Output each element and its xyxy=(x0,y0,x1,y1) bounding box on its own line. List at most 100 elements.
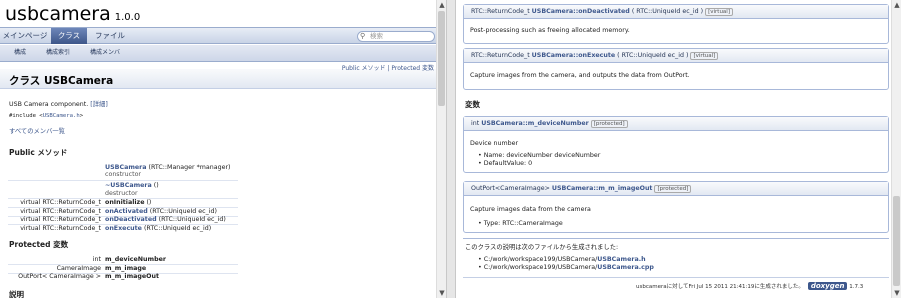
scroll-down-icon[interactable]: ▼ xyxy=(437,288,446,298)
all-members-link[interactable]: すべてのメンバ一覧 xyxy=(9,126,65,135)
method-return-type: virtual RTC::ReturnCode_t xyxy=(20,199,101,206)
summary-links: Public メソッド | Protected 変数 xyxy=(342,63,434,72)
member-body: Capture images data from the camera xyxy=(470,206,591,213)
member-name: USBCamera::onExecute xyxy=(531,52,616,59)
method-name-link[interactable]: onExecute xyxy=(105,225,142,232)
brief-text: USB Camera component. xyxy=(9,101,89,108)
var-type: int xyxy=(92,256,101,263)
tab-structure-members[interactable]: 構成メンバ xyxy=(90,45,120,61)
row-divider xyxy=(8,180,238,181)
member-box-onexecute: RTC::ReturnCode_t USBCamera::onExecute (… xyxy=(463,48,889,90)
method-row: onDeactivated (RTC::UniqueId ec_id) xyxy=(105,216,226,223)
scroll-up-icon[interactable]: ▲ xyxy=(892,0,901,10)
sub-nav-tabs: 構成 構成索引 構成メンバ xyxy=(0,45,437,62)
project-name: usbcamera xyxy=(5,3,111,25)
member-name: USBCamera::onDeactivated xyxy=(531,8,630,15)
bullet-item: • Name: deviceNumber deviceNumber xyxy=(478,152,601,159)
member-body: Capture images from the camera, and outp… xyxy=(470,72,690,79)
search-placeholder: 検索 xyxy=(370,32,383,40)
tab-classes[interactable]: クラス xyxy=(51,28,87,44)
include-suffix: > xyxy=(79,113,84,119)
member-body: Post-processing such as freeing allocate… xyxy=(470,27,630,34)
var-name-link[interactable]: m_m_imageOut xyxy=(105,273,159,280)
member-signature: RTC::ReturnCode_t USBCamera::onDeactivat… xyxy=(464,5,888,19)
member-name: USBCamera::m_m_imageOut xyxy=(551,185,653,192)
detail-link[interactable]: [詳細] xyxy=(90,101,108,108)
member-name: USBCamera::m_deviceNumber xyxy=(481,120,589,127)
bullet-item: • DefaultValue: 0 xyxy=(478,160,533,167)
member-type: OutPort<CameraImage> xyxy=(471,185,552,192)
method-name-link[interactable]: USBCamera xyxy=(105,164,147,171)
method-row: ~USBCamera () xyxy=(105,182,159,189)
method-name: onInitialize xyxy=(105,199,145,206)
member-signature: OutPort<CameraImage> USBCamera::m_m_imag… xyxy=(464,182,888,196)
method-return-type: virtual RTC::ReturnCode_t xyxy=(20,216,101,223)
bullet-item: • Type: RTC::CameraImage xyxy=(478,220,563,227)
method-return-type: virtual RTC::ReturnCode_t xyxy=(20,225,101,232)
brief-description: USB Camera component. [詳細] xyxy=(9,99,108,108)
member-args: ( RTC::UniqueId ec_id ) xyxy=(615,52,689,59)
method-args: (RTC::UniqueId ec_id) xyxy=(141,225,212,232)
right-doc-pane[interactable]: RTC::ReturnCode_t USBCamera::onDeactivat… xyxy=(455,0,901,298)
method-return-type: virtual RTC::ReturnCode_t xyxy=(20,208,101,215)
search-box[interactable]: ⚲ 検索 xyxy=(357,31,435,42)
include-line: #include <USBCamera.h> xyxy=(9,113,83,119)
doxygen-version: 1.7.3 xyxy=(849,284,864,290)
scroll-thumb[interactable] xyxy=(893,196,900,286)
method-args: (RTC::Manager *manager) xyxy=(146,164,231,171)
method-args: () xyxy=(151,182,159,189)
include-file-link[interactable]: USBCamera.h xyxy=(43,113,80,119)
pane-gap xyxy=(447,0,455,298)
method-args: (RTC::UniqueId ec_id) xyxy=(147,208,217,215)
main-nav-tabs: メインページ クラス ファイル ⚲ 検索 xyxy=(0,27,437,44)
right-scrollbar[interactable]: ▲ ▼ xyxy=(891,0,901,298)
left-scrollbar[interactable]: ▲ ▼ xyxy=(436,0,446,298)
method-row: onActivated (RTC::UniqueId ec_id) xyxy=(105,208,217,215)
protected-vars-heading: Protected 変数 xyxy=(9,240,69,249)
method-row: onExecute (RTC::UniqueId ec_id) xyxy=(105,225,211,232)
source-file-item: • C:/work/workspace199/USBCamera/USBCame… xyxy=(478,256,646,263)
public-methods-heading: Public メソッド xyxy=(9,148,68,157)
left-doc-pane[interactable]: usbcamera 1.0.0 メインページ クラス ファイル ⚲ 検索 構成 構成… xyxy=(0,0,447,298)
separator-line xyxy=(463,238,889,239)
tab-structures[interactable]: 構成 xyxy=(14,45,26,61)
source-file-link[interactable]: USBCamera.cpp xyxy=(597,264,654,271)
source-file-item: • C:/work/workspace199/USBCamera/USBCame… xyxy=(478,264,654,271)
protected-vars-link[interactable]: Protected 変数 xyxy=(391,65,434,72)
var-name-link[interactable]: m_deviceNumber xyxy=(105,256,166,263)
footer-separator xyxy=(463,277,889,278)
method-name-link[interactable]: ~USBCamera xyxy=(105,182,152,189)
method-name-link[interactable]: onActivated xyxy=(105,208,148,215)
var-type: OutPort< CameraImage > xyxy=(18,273,101,280)
project-version: 1.0.0 xyxy=(114,12,141,23)
protected-tag: [protected] xyxy=(590,120,628,128)
method-row: onInitialize () xyxy=(105,199,151,206)
member-body: Device number xyxy=(470,140,519,147)
tab-files[interactable]: ファイル xyxy=(88,28,132,44)
method-desc: destructor xyxy=(105,190,138,197)
scroll-thumb[interactable] xyxy=(438,11,445,106)
scroll-up-icon[interactable]: ▲ xyxy=(437,0,446,10)
variables-heading: 変数 xyxy=(465,100,480,109)
tab-main-page[interactable]: メインページ xyxy=(0,28,50,44)
return-type: RTC::ReturnCode_t xyxy=(471,8,532,15)
virtual-tag: [virtual] xyxy=(690,52,719,60)
member-signature: int USBCamera::m_deviceNumber [protected… xyxy=(464,117,888,131)
doxygen-logo[interactable]: doxygen xyxy=(807,282,848,290)
member-signature: RTC::ReturnCode_t USBCamera::onExecute (… xyxy=(464,49,888,63)
source-file-link[interactable]: USBCamera.h xyxy=(597,256,645,263)
method-row: USBCamera (RTC::Manager *manager) xyxy=(105,164,231,171)
return-type: RTC::ReturnCode_t xyxy=(471,52,532,59)
method-desc: constructor xyxy=(105,171,142,178)
method-name-link[interactable]: onDeactivated xyxy=(105,216,157,223)
var-name: m_m_image xyxy=(105,265,147,272)
tab-structure-index[interactable]: 構成索引 xyxy=(46,45,70,61)
search-icon: ⚲ xyxy=(360,32,366,40)
footer-text: usbcameraに対してFri Jul 15 2011 21:41:19に生成… xyxy=(636,284,804,290)
footer: usbcameraに対してFri Jul 15 2011 21:41:19に生成… xyxy=(636,282,863,290)
public-methods-link[interactable]: Public メソッド xyxy=(342,65,386,72)
page-title: クラス USBCamera xyxy=(9,75,114,87)
method-args: (RTC::UniqueId ec_id) xyxy=(156,216,226,223)
protected-tag: [protected] xyxy=(654,185,692,193)
scroll-down-icon[interactable]: ▼ xyxy=(892,288,901,298)
